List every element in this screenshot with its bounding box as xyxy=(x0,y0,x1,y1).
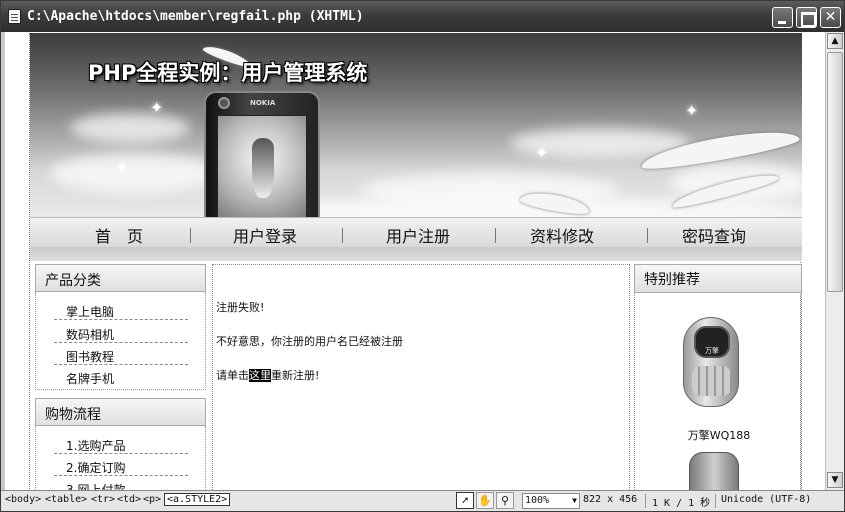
product-name[interactable]: 万擎WQ188 xyxy=(635,427,803,443)
retry-link[interactable]: 这里 xyxy=(249,369,271,382)
right-sidebar: 特别推荐 万擎 万擎WQ188 xyxy=(634,264,802,490)
zoom-tool-icon[interactable]: ⚲ xyxy=(496,492,514,509)
category-handheld[interactable]: 掌上电脑 xyxy=(54,300,188,320)
scroll-down-button[interactable]: ▼ xyxy=(827,472,843,488)
shopping-steps: 1.选购产品 2.确定订购 3.网上付款 xyxy=(35,426,206,490)
category-phones[interactable]: 名牌手机 xyxy=(54,367,188,387)
tag-selector-body[interactable]: <body> xyxy=(5,494,41,505)
nav-register[interactable]: 用户注册 xyxy=(363,223,473,246)
page-table: ✦ ✦ ✦ ✦ PHP全程实例：用户管理系统 NOKIA 首 页 用户登录 用户… xyxy=(29,33,802,490)
chevron-down-icon: ▼ xyxy=(572,496,577,505)
tag-selector-p[interactable]: <p> xyxy=(143,494,161,505)
banner-image: ✦ ✦ ✦ ✦ PHP全程实例：用户管理系统 NOKIA xyxy=(30,33,802,217)
window-size[interactable]: 822 x 456 xyxy=(583,494,637,505)
hand-tool-icon[interactable]: ✋ xyxy=(476,492,494,509)
categories-heading: 产品分类 xyxy=(35,264,206,292)
content-area: 注册失败! 不好意思，你注册的用户名已经被注册 请单击这里重新注册! xyxy=(212,264,630,490)
pointer-tool-icon[interactable]: ➚ xyxy=(456,492,474,509)
fail-heading: 注册失败! xyxy=(216,301,265,314)
zoom-value: 100% xyxy=(525,495,550,506)
category-camera[interactable]: 数码相机 xyxy=(54,323,188,343)
encoding: Unicode (UTF-8) xyxy=(721,494,812,505)
maximize-button[interactable] xyxy=(796,7,817,28)
nav-home[interactable]: 首 页 xyxy=(64,223,174,246)
product-image-2[interactable] xyxy=(689,452,739,490)
minimize-button[interactable] xyxy=(772,7,793,28)
retry-line: 请单击这里重新注册! xyxy=(216,367,319,383)
scroll-thumb[interactable] xyxy=(827,52,843,292)
nav-login[interactable]: 用户登录 xyxy=(210,223,320,246)
shopping-heading: 购物流程 xyxy=(35,398,206,426)
category-books[interactable]: 图书教程 xyxy=(54,345,188,365)
zoom-select[interactable]: 100% ▼ xyxy=(522,493,580,509)
shopping-step-3[interactable]: 3.网上付款 xyxy=(54,478,188,490)
status-bar: <body> <table> <tr> <td> <p> <a.STYLE2> … xyxy=(1,490,844,511)
retry-suffix: 重新注册! xyxy=(271,369,320,382)
download-size-time: 1 K / 1 秒 xyxy=(652,498,711,509)
scroll-up-button[interactable]: ▲ xyxy=(827,33,843,49)
left-sidebar: 产品分类 掌上电脑 数码相机 图书教程 名牌手机 购物流程 1.选购产品 2.确… xyxy=(35,264,206,490)
retry-prefix: 请单击 xyxy=(216,369,249,382)
site-title: PHP全程实例：用户管理系统 xyxy=(88,61,368,85)
phone-brand: NOKIA xyxy=(250,99,276,107)
tag-selector-a-style2[interactable]: <a.STYLE2> xyxy=(164,493,231,506)
vertical-scrollbar[interactable]: ▲ ▼ xyxy=(825,32,844,490)
close-button[interactable]: ✕ xyxy=(820,7,841,28)
nav-divider-strip xyxy=(30,247,802,261)
product-logo: 万擎 xyxy=(705,347,719,355)
featured-heading: 特别推荐 xyxy=(634,264,802,293)
tag-selector-td[interactable]: <td> xyxy=(117,494,141,505)
phone-image: NOKIA xyxy=(204,91,320,217)
nav-edit-profile[interactable]: 资料修改 xyxy=(507,223,617,246)
title-bar: C:\Apache\htdocs\member\regfail.php (XHT… xyxy=(1,1,844,32)
shopping-step-1[interactable]: 1.选购产品 xyxy=(54,434,188,454)
editor-window: C:\Apache\htdocs\member\regfail.php (XHT… xyxy=(0,0,845,512)
fail-reason: 不好意思，你注册的用户名已经被注册 xyxy=(216,335,403,348)
document-icon xyxy=(8,9,21,24)
categories-list: 掌上电脑 数码相机 图书教程 名牌手机 xyxy=(35,292,206,390)
product-image[interactable]: 万擎 xyxy=(683,317,739,407)
design-view: ✦ ✦ ✦ ✦ PHP全程实例：用户管理系统 NOKIA 首 页 用户登录 用户… xyxy=(5,32,825,490)
nav-password-lookup[interactable]: 密码查询 xyxy=(659,223,769,246)
window-title: C:\Apache\htdocs\member\regfail.php (XHT… xyxy=(27,9,364,24)
main-nav: 首 页 用户登录 用户注册 资料修改 密码查询 xyxy=(30,217,802,247)
shopping-step-2[interactable]: 2.确定订购 xyxy=(54,456,188,476)
tag-selector-tr[interactable]: <tr> xyxy=(91,494,115,505)
tag-selector-table[interactable]: <table> xyxy=(45,494,87,505)
